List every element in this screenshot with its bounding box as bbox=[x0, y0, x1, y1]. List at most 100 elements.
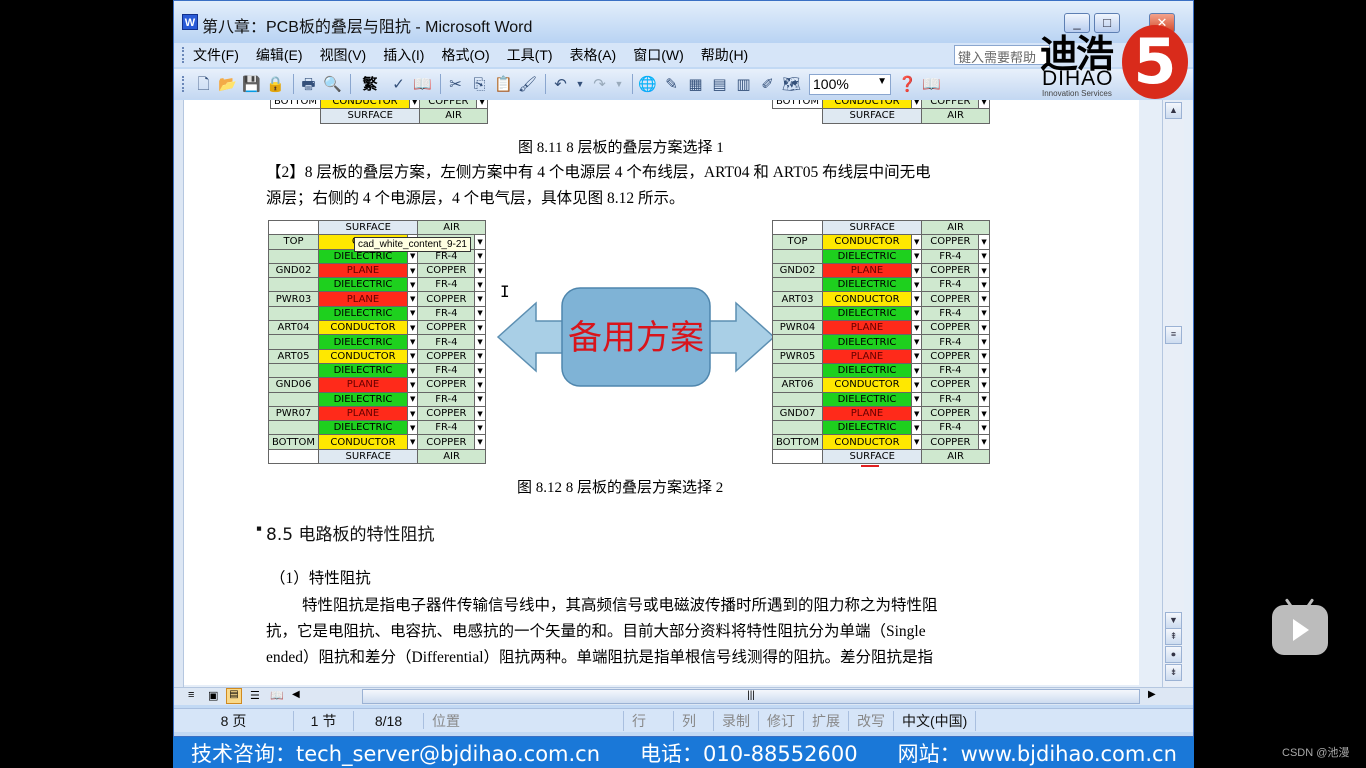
menu-view[interactable]: 视图(V) bbox=[320, 45, 367, 65]
menu-format[interactable]: 格式(O) bbox=[441, 45, 489, 65]
chevron-down-icon[interactable]: ▼ bbox=[406, 391, 419, 407]
status-lang[interactable]: 中文(中国) bbox=[894, 710, 977, 731]
next-page-icon[interactable]: ⇟ bbox=[1165, 664, 1182, 681]
chevron-down-icon[interactable]: ▼ bbox=[978, 348, 990, 364]
stack-layer-copper[interactable]: COPPER bbox=[921, 291, 980, 307]
stack-layer-material[interactable]: CONDUCTOR bbox=[822, 291, 912, 307]
chevron-down-icon[interactable]: ▼ bbox=[978, 362, 990, 379]
stack-layer-material[interactable]: CONDUCTOR bbox=[822, 377, 912, 393]
paste-icon[interactable]: 📋 bbox=[493, 74, 514, 95]
document-map-icon[interactable]: 🗺 bbox=[781, 74, 802, 95]
open-folder-icon[interactable]: 📂 bbox=[217, 74, 238, 95]
chevron-down-icon[interactable]: ▼ bbox=[474, 377, 486, 393]
stack-layer-copper[interactable]: FR-4 bbox=[417, 277, 476, 293]
scroll-left-icon[interactable]: ◀ bbox=[292, 689, 300, 700]
chevron-down-icon[interactable]: ▼ bbox=[406, 434, 419, 450]
columns-icon[interactable]: ▥ bbox=[733, 74, 754, 95]
stack-layer-material[interactable]: DIELECTRIC bbox=[318, 277, 408, 293]
stack-layer-copper[interactable]: FR-4 bbox=[921, 248, 980, 264]
stack-layer-copper[interactable]: FR-4 bbox=[921, 362, 980, 379]
read-mode-icon[interactable]: 📖 bbox=[921, 74, 942, 95]
stack-layer-material[interactable]: DIELECTRIC bbox=[822, 248, 912, 264]
menu-window[interactable]: 窗口(W) bbox=[633, 45, 684, 65]
chevron-down-icon[interactable]: ▼ bbox=[978, 262, 990, 279]
stack-layer-material[interactable]: DIELECTRIC bbox=[822, 277, 912, 293]
redo-dropdown-icon[interactable]: ▼ bbox=[613, 74, 625, 95]
menu-grip[interactable] bbox=[182, 47, 185, 63]
status-rec[interactable]: 录制 bbox=[714, 710, 759, 731]
chevron-down-icon[interactable]: ▼ bbox=[910, 100, 923, 110]
chevron-down-icon[interactable]: ▼ bbox=[978, 377, 990, 393]
chevron-down-icon[interactable]: ▼ bbox=[978, 434, 990, 450]
chevron-down-icon[interactable]: ▼ bbox=[910, 348, 923, 364]
chevron-down-icon[interactable]: ▼ bbox=[474, 277, 486, 293]
chevron-down-icon[interactable]: ▼ bbox=[910, 362, 923, 379]
chevron-down-icon[interactable]: ▼ bbox=[978, 334, 990, 350]
stack-layer-material[interactable]: PLANE bbox=[318, 405, 408, 422]
normal-view-icon[interactable]: ≡ bbox=[188, 689, 194, 701]
chevron-down-icon[interactable]: ▼ bbox=[910, 320, 923, 336]
stack-layer-copper[interactable]: COPPER bbox=[417, 291, 476, 307]
chevron-down-icon[interactable]: ▼ bbox=[474, 434, 486, 450]
copy-icon[interactable]: ⎘ bbox=[469, 74, 490, 95]
stack-layer-material[interactable]: DIELECTRIC bbox=[318, 305, 408, 322]
chevron-down-icon[interactable]: ▼ bbox=[910, 277, 923, 293]
chevron-down-icon[interactable]: ▼ bbox=[978, 391, 990, 407]
stack-layer-copper[interactable]: FR-4 bbox=[417, 305, 476, 322]
chevron-down-icon[interactable]: ▼ bbox=[406, 291, 419, 307]
chevron-down-icon[interactable]: ▼ bbox=[978, 248, 990, 264]
chevron-down-icon[interactable]: ▼ bbox=[978, 277, 990, 293]
chevron-down-icon[interactable]: ▼ bbox=[474, 234, 486, 250]
chevron-down-icon[interactable]: ▼ bbox=[474, 391, 486, 407]
stack-layer-copper[interactable]: COPPER bbox=[417, 377, 476, 393]
scroll-down-icon[interactable]: ▼ bbox=[1165, 612, 1182, 629]
format-painter-icon[interactable]: 🖌 bbox=[517, 74, 538, 95]
chevron-down-icon[interactable]: ▼ bbox=[406, 305, 419, 322]
chevron-down-icon[interactable]: ▼ bbox=[406, 362, 419, 379]
scroll-right-icon[interactable]: ▶ bbox=[1148, 689, 1156, 700]
chevron-down-icon[interactable]: ▼ bbox=[474, 334, 486, 350]
stack-layer-material[interactable]: PLANE bbox=[822, 405, 912, 422]
stack-layer-copper[interactable]: FR-4 bbox=[921, 305, 980, 322]
stack-layer-copper[interactable]: COPPER bbox=[921, 234, 980, 250]
stack-layer-material[interactable]: PLANE bbox=[318, 291, 408, 307]
chevron-down-icon[interactable]: ▼ bbox=[406, 377, 419, 393]
scroll-thumb[interactable]: ≡ bbox=[1165, 326, 1182, 344]
stack-layer-copper[interactable]: FR-4 bbox=[921, 334, 980, 350]
stack-layer-material[interactable]: PLANE bbox=[822, 262, 912, 279]
cut-icon[interactable]: ✂ bbox=[445, 74, 466, 95]
stack-layer-copper[interactable]: COPPER bbox=[921, 348, 980, 364]
chevron-down-icon[interactable]: ▼ bbox=[474, 348, 486, 364]
chevron-down-icon[interactable]: ▼ bbox=[978, 420, 990, 436]
permission-icon[interactable]: 🔒 bbox=[265, 74, 286, 95]
insert-excel-icon[interactable]: ▤ bbox=[709, 74, 730, 95]
web-view-icon[interactable]: ▣ bbox=[208, 689, 218, 702]
chevron-down-icon[interactable]: ▼ bbox=[978, 305, 990, 322]
horizontal-scrollbar[interactable]: ≡ ▣ ▤ ☰ 📖 ◀ ||| ▶ bbox=[174, 687, 1193, 705]
stack-layer-material[interactable]: CONDUCTOR bbox=[318, 348, 408, 364]
stack-layer-material[interactable]: PLANE bbox=[318, 262, 408, 279]
stack-layer-material[interactable]: CONDUCTOR bbox=[318, 320, 408, 336]
menu-tools[interactable]: 工具(T) bbox=[507, 45, 553, 65]
bilibili-play-icon[interactable] bbox=[1272, 598, 1328, 655]
stack-layer-copper[interactable]: COPPER bbox=[921, 377, 980, 393]
print-icon[interactable]: 🖶 bbox=[298, 74, 319, 95]
status-ext[interactable]: 扩展 bbox=[804, 710, 849, 731]
menu-edit[interactable]: 编辑(E) bbox=[256, 45, 303, 65]
stack-layer-material[interactable]: DIELECTRIC bbox=[822, 420, 912, 436]
browse-object-icon[interactable]: ● bbox=[1165, 646, 1182, 663]
chevron-down-icon[interactable]: ▼ bbox=[406, 420, 419, 436]
stack-material[interactable]: CONDUCTOR bbox=[822, 100, 912, 110]
chevron-down-icon[interactable]: ▼ bbox=[406, 334, 419, 350]
chevron-down-icon[interactable]: ▼ bbox=[910, 391, 923, 407]
zoom-select[interactable]: 100% ▼ bbox=[809, 73, 891, 95]
stack-layer-copper[interactable]: COPPER bbox=[417, 320, 476, 336]
chevron-down-icon[interactable]: ▼ bbox=[910, 434, 923, 450]
stack-copper[interactable]: COPPER bbox=[419, 100, 478, 110]
traditional-chinese-button[interactable]: 繁 bbox=[355, 74, 385, 95]
stack-layer-material[interactable]: DIELECTRIC bbox=[318, 362, 408, 379]
chevron-down-icon[interactable]: ▼ bbox=[474, 305, 486, 322]
save-icon[interactable]: 💾 bbox=[241, 74, 262, 95]
menu-insert[interactable]: 插入(I) bbox=[383, 45, 424, 65]
stack-layer-copper[interactable]: FR-4 bbox=[417, 420, 476, 436]
